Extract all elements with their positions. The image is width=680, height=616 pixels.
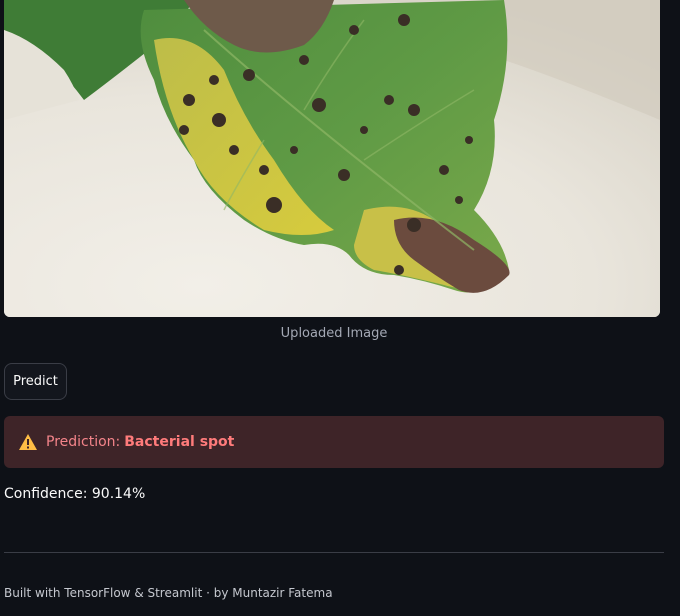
prediction-value: Bacterial spot [124, 434, 235, 450]
prediction-alert: Prediction: Bacterial spot [4, 416, 664, 468]
predict-button[interactable]: Predict [4, 363, 67, 400]
warning-triangle-icon [18, 433, 38, 451]
app-page: Uploaded Image Predict Prediction: Bacte… [0, 0, 680, 616]
leaf-photo [4, 0, 660, 317]
image-caption: Uploaded Image [280, 326, 388, 341]
prediction-label: Prediction: [46, 434, 121, 450]
divider [4, 552, 664, 553]
footer-credit: Built with TensorFlow & Streamlit · by M… [4, 586, 333, 600]
confidence-text: Confidence: 90.14% [4, 486, 146, 502]
uploaded-image [4, 0, 660, 317]
